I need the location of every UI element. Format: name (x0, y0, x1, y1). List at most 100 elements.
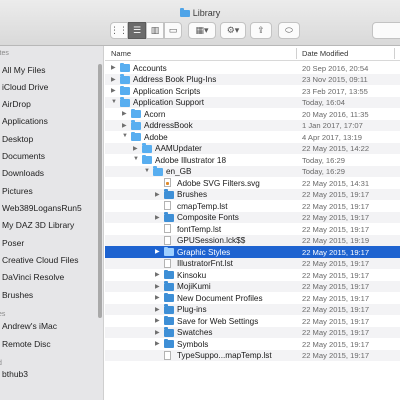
sidebar-item-downloads[interactable]: Downloads (2, 168, 44, 178)
list-row[interactable]: Adobe SVG Filters.svg 22 May 2015, 14:31 (105, 177, 400, 189)
sidebar-item-brushes[interactable]: Brushes (2, 290, 33, 300)
list-row[interactable]: ▶ Graphic Styles 22 May 2015, 19:17 (105, 246, 400, 258)
list-row[interactable]: GPUSession.lck$$ 22 May 2015, 19:19 (105, 234, 400, 246)
search-field[interactable] (372, 22, 400, 39)
list-row[interactable]: ▶ Address Book Plug-Ins 23 Nov 2015, 09:11 (105, 73, 400, 85)
disclosure-collapsed-icon[interactable]: ▶ (155, 329, 160, 336)
gear-icon: ⚙▾ (226, 25, 240, 35)
sidebar-item-pictures[interactable]: Pictures (2, 186, 33, 196)
folder-icon (164, 246, 174, 256)
row-name: Composite Fonts (177, 213, 239, 222)
list-row[interactable]: ▶ Accounts 20 Sep 2016, 20:54 (105, 62, 400, 74)
disclosure-collapsed-icon[interactable]: ▶ (111, 76, 116, 83)
row-name: Adobe Illustrator 18 (155, 155, 227, 165)
disclosure-collapsed-icon[interactable]: ▶ (155, 306, 160, 313)
sidebar-item-bthub3[interactable]: bthub3 (2, 369, 28, 379)
window-title: Library (0, 8, 400, 18)
list-row[interactable]: ▶ Kinsoku 22 May 2015, 19:17 (105, 269, 400, 281)
sidebar-scrollbar[interactable] (98, 64, 102, 318)
disclosure-collapsed-icon[interactable]: ▶ (155, 191, 160, 198)
share-button[interactable]: ⇪ (250, 22, 272, 39)
sidebar-item-all-my-files[interactable]: All My Files (2, 65, 45, 75)
disclosure-collapsed-icon[interactable]: ▶ (111, 87, 116, 94)
disclosure-collapsed-icon[interactable]: ▶ (155, 283, 160, 290)
disclosure-collapsed-icon[interactable]: ▶ (155, 271, 160, 278)
sidebar-item-creative-cloud-files[interactable]: Creative Cloud Files (2, 255, 79, 265)
row-date-modified: 22 May 2015, 19:17 (302, 293, 370, 303)
list-row[interactable]: ▶ Composite Fonts 22 May 2015, 19:17 (105, 211, 400, 223)
list-row[interactable]: ▶ MojiKumi 22 May 2015, 19:17 (105, 280, 400, 292)
icon-view-button[interactable]: ⋮⋮ (110, 22, 128, 39)
sidebar-item-davinci-resolve[interactable]: DaVinci Resolve (2, 272, 64, 282)
list-view-button[interactable]: ☰ (128, 22, 146, 39)
folder-icon (120, 97, 130, 107)
row-name: New Document Profiles (177, 293, 263, 303)
sidebar-item-poser[interactable]: Poser (2, 238, 24, 248)
list-row[interactable]: ▶ Application Scripts 23 Feb 2017, 13:55 (105, 85, 400, 97)
column-view-button[interactable]: ▥ (146, 22, 164, 39)
disclosure-collapsed-icon[interactable]: ▶ (155, 317, 160, 324)
gallery-view-button[interactable]: ▭ (164, 22, 182, 39)
sidebar-item-documents[interactable]: Documents (2, 151, 45, 161)
disclosure-collapsed-icon[interactable]: ▶ (155, 294, 160, 301)
sidebar-item-icloud-drive[interactable]: iCloud Drive (2, 82, 48, 92)
disclosure-expanded-icon[interactable]: ▼ (133, 156, 139, 162)
list-row[interactable]: ▶ Plug-ins 22 May 2015, 19:17 (105, 303, 400, 315)
list-row[interactable]: ▼ Adobe 4 Apr 2017, 13:19 (105, 131, 400, 143)
sidebar-item-andrew-s-imac[interactable]: Andrew's iMac (2, 321, 57, 331)
disclosure-expanded-icon[interactable]: ▼ (111, 99, 117, 105)
row-name: Adobe (144, 132, 168, 142)
row-name: cmapTemp.lst (177, 201, 228, 211)
list-row[interactable]: ▶ AddressBook 1 Jan 2017, 17:07 (105, 119, 400, 131)
row-date-modified: 22 May 2015, 19:17 (302, 316, 370, 326)
list-row[interactable]: cmapTemp.lst 22 May 2015, 19:17 (105, 200, 400, 212)
disclosure-expanded-icon[interactable]: ▼ (144, 168, 150, 174)
columns-icon: ▥ (150, 25, 160, 35)
list-row[interactable]: ▼ Application Support Today, 16:04 (105, 96, 400, 108)
list-row[interactable]: ▶ Symbols 22 May 2015, 19:17 (105, 338, 400, 350)
action-button[interactable]: ⚙▾ (220, 22, 246, 39)
list-row[interactable]: ▼ Adobe Illustrator 18 Today, 16:29 (105, 154, 400, 166)
list-row[interactable]: ▶ Acorn 20 May 2016, 11:35 (105, 108, 400, 120)
row-date-modified: 22 May 2015, 19:17 (302, 224, 370, 234)
document-icon (164, 224, 171, 233)
row-date-modified: 23 Nov 2015, 09:11 (302, 75, 368, 84)
list-row[interactable]: ▶ Brushes 22 May 2015, 19:17 (105, 188, 400, 200)
disclosure-expanded-icon[interactable]: ▼ (122, 133, 128, 139)
disclosure-collapsed-icon[interactable]: ▶ (122, 110, 127, 117)
sidebar-item-remote-disc[interactable]: Remote Disc (2, 339, 51, 349)
name-column-header[interactable]: Name (111, 49, 131, 58)
list-row[interactable]: ▶ Swatches 22 May 2015, 19:17 (105, 326, 400, 338)
disclosure-collapsed-icon[interactable]: ▶ (111, 64, 116, 71)
list-row[interactable]: ▶ AAMUpdater 22 May 2015, 14:22 (105, 142, 400, 154)
row-name: en_GB (166, 167, 192, 176)
folder-icon (164, 281, 174, 291)
sidebar-item-web389logansrun5[interactable]: Web389LogansRun5 (2, 203, 82, 213)
date-modified-column-header[interactable]: Date Modified (302, 49, 348, 58)
arrange-button[interactable]: ▦▾ (188, 22, 216, 39)
row-name: Plug-ins (177, 305, 207, 314)
list-row[interactable]: fontTemp.lst 22 May 2015, 19:17 (105, 223, 400, 235)
list-row[interactable]: TypeSuppo...mapTemp.lst 22 May 2015, 19:1… (105, 349, 400, 361)
list-row[interactable]: ▼ en_GB Today, 16:29 (105, 165, 400, 177)
list-row[interactable]: ▶ New Document Profiles 22 May 2015, 19:17 (105, 292, 400, 304)
disclosure-collapsed-icon[interactable]: ▶ (155, 248, 160, 255)
disclosure-collapsed-icon[interactable]: ▶ (155, 340, 160, 347)
folder-icon (164, 327, 174, 337)
row-name: fontTemp.lst (177, 224, 222, 234)
row-date-modified: 22 May 2015, 19:17 (302, 190, 370, 199)
sidebar-item-applications[interactable]: Applications (2, 116, 48, 126)
column-divider[interactable] (296, 48, 297, 59)
row-name: IllustratorFnt.lst (177, 259, 233, 268)
disclosure-collapsed-icon[interactable]: ▶ (133, 145, 138, 152)
list-row[interactable]: ▶ Save for Web Settings 22 May 2015, 19:17 (105, 315, 400, 327)
sidebar-item-desktop[interactable]: Desktop (2, 134, 33, 144)
tag-button[interactable]: ⬭ (278, 22, 300, 39)
column-divider[interactable] (394, 48, 395, 59)
disclosure-collapsed-icon[interactable]: ▶ (155, 214, 160, 221)
list-row[interactable]: IllustratorFnt.lst 22 May 2015, 19:17 (105, 257, 400, 269)
sidebar-item-my-daz-3d-library[interactable]: My DAZ 3D Library (2, 220, 74, 230)
sidebar-item-airdrop[interactable]: AirDrop (2, 99, 31, 109)
row-name: Application Support (133, 98, 205, 107)
disclosure-collapsed-icon[interactable]: ▶ (122, 122, 127, 129)
